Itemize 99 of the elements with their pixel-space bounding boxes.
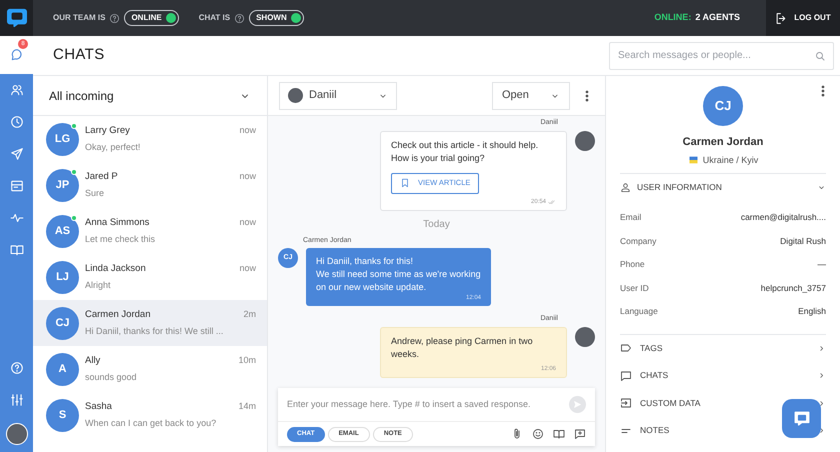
field-value: English bbox=[798, 305, 826, 318]
saved-reply-icon[interactable] bbox=[574, 428, 586, 440]
timestamp: 10m bbox=[238, 354, 256, 367]
page-title: CHATS bbox=[53, 45, 105, 66]
avatar: A bbox=[46, 352, 79, 386]
contact-name: Linda Jackson bbox=[85, 262, 146, 276]
timestamp: now bbox=[239, 170, 256, 183]
user-avatar-photo bbox=[6, 423, 28, 445]
timestamp: 14m bbox=[238, 400, 256, 413]
search-icon bbox=[814, 50, 826, 62]
sliders-icon bbox=[10, 393, 24, 407]
contact-name: Sasha bbox=[85, 400, 112, 414]
import-icon bbox=[620, 397, 632, 410]
clock-icon bbox=[10, 115, 24, 129]
section-header[interactable]: NOTES bbox=[620, 417, 826, 444]
avatar: CJ bbox=[703, 86, 743, 126]
logo-icon bbox=[6, 7, 28, 29]
field-value: helpcrunch_3757 bbox=[760, 282, 826, 295]
message-preview: Hi Daniil, thanks for this! We still ... bbox=[85, 324, 224, 338]
field-label: User ID bbox=[620, 282, 649, 295]
avatar: LG bbox=[46, 122, 79, 156]
message-text: Andrew, please ping Carmen in two weeks. bbox=[391, 334, 534, 360]
section-header[interactable]: USER INFORMATION bbox=[620, 173, 826, 201]
chat-bubble-icon bbox=[10, 48, 24, 62]
message-text: Check out this article - it should help. How is your trial going? bbox=[391, 138, 540, 164]
field-label: Language bbox=[620, 305, 658, 318]
status-label: CHAT IS bbox=[198, 12, 230, 24]
message-preview: Alright bbox=[85, 278, 112, 292]
field-label: Company bbox=[620, 234, 656, 248]
chat-bubble-icon bbox=[792, 408, 812, 428]
contact-name: Jared P bbox=[85, 170, 118, 184]
chat-list-item[interactable]: CJ Carmen Jordan 2m Hi Daniil, thanks for this! We still ... bbox=[33, 300, 267, 346]
date-divider: Today bbox=[423, 218, 450, 232]
message-preview: Sure bbox=[85, 186, 106, 200]
logout-button[interactable]: LOG OUT bbox=[766, 0, 840, 36]
flag-icon bbox=[688, 156, 699, 164]
message-preview: When can I can get back to you? bbox=[85, 416, 218, 430]
avatar: AS bbox=[46, 214, 79, 248]
bookmark-icon bbox=[400, 178, 410, 188]
help-icon bbox=[109, 12, 120, 24]
message-preview: sounds good bbox=[85, 370, 138, 384]
contact-name: Carmen Jordan bbox=[682, 135, 764, 150]
help-icon bbox=[10, 361, 24, 375]
inbox-icon bbox=[10, 179, 24, 193]
avatar-photo bbox=[575, 130, 595, 150]
message-preview: Let me check this bbox=[85, 232, 156, 246]
contact-name: Larry Grey bbox=[85, 124, 130, 138]
book-icon bbox=[10, 243, 24, 257]
avatar: CJ bbox=[46, 306, 79, 340]
chat-list-item[interactable]: AS Anna Simmons now Let me check this bbox=[33, 208, 267, 254]
paper-plane-icon bbox=[10, 147, 24, 161]
person-icon bbox=[620, 182, 631, 193]
search-field[interactable]: Search messages or people... bbox=[609, 42, 834, 70]
help-icon bbox=[234, 12, 246, 24]
filter-dropdown[interactable]: All incoming bbox=[33, 76, 267, 116]
timestamp: now bbox=[239, 262, 256, 275]
section-header[interactable]: TAGS bbox=[620, 334, 826, 362]
status-label: OUR TEAM IS bbox=[53, 12, 106, 24]
field-label: Phone bbox=[620, 258, 645, 272]
section-header[interactable]: CUSTOM DATA bbox=[620, 390, 826, 417]
status-dropdown[interactable]: Open bbox=[492, 82, 570, 110]
message-preview: Okay, perfect! bbox=[85, 140, 142, 154]
field-label: Email bbox=[620, 211, 642, 224]
section-header[interactable]: CHATS bbox=[620, 362, 826, 390]
timestamp: 2m bbox=[243, 308, 256, 321]
avatar-photo bbox=[288, 88, 303, 103]
agent-count: 2 AGENTS bbox=[695, 11, 740, 24]
field-value: carmen@digitalrush.... bbox=[740, 211, 826, 224]
chat-widget-button[interactable] bbox=[782, 399, 821, 438]
avatar: S bbox=[46, 398, 79, 432]
send-icon bbox=[573, 400, 582, 409]
chat-list-item[interactable]: A Ally 10m sounds good bbox=[33, 346, 267, 392]
avatar: JP bbox=[46, 168, 79, 202]
timestamp: now bbox=[239, 124, 256, 137]
message-text: Hi Daniil, thanks for this! We still need some time as we're working on our new website update. bbox=[316, 255, 481, 294]
contact-name: Carmen Jordan bbox=[85, 308, 150, 322]
chat-list-item[interactable]: LG Larry Grey now Okay, perfect! bbox=[33, 116, 267, 162]
location: Ukraine / Kyiv bbox=[702, 154, 758, 167]
status-toggle[interactable]: ONLINE bbox=[124, 10, 179, 26]
people-icon bbox=[10, 83, 24, 97]
contact-name: Anna Simmons bbox=[85, 216, 150, 230]
timestamp: now bbox=[239, 216, 256, 229]
smiley-icon[interactable] bbox=[532, 428, 544, 440]
tag-icon bbox=[620, 342, 632, 354]
chat-bubble-icon bbox=[620, 370, 632, 382]
avatar: LJ bbox=[46, 260, 79, 294]
assignee-dropdown[interactable]: Daniil bbox=[279, 82, 397, 110]
chat-list-item[interactable]: JP Jared P now Sure bbox=[33, 162, 267, 208]
chat-list-item[interactable]: S Sasha 14m When can I can get back to you? bbox=[33, 392, 267, 438]
avatar-photo bbox=[575, 326, 595, 346]
book-icon[interactable] bbox=[553, 428, 565, 440]
chat-list-item[interactable]: LJ Linda Jackson now Alright bbox=[33, 254, 267, 300]
status-toggle[interactable]: SHOWN bbox=[249, 10, 304, 26]
message-input[interactable]: Enter your message here. Type # to insert a saved response. bbox=[287, 398, 569, 412]
field-value: Digital Rush bbox=[780, 234, 826, 248]
field-value: — bbox=[818, 258, 826, 272]
pulse-icon bbox=[10, 211, 24, 225]
contact-name: Ally bbox=[85, 354, 100, 368]
online-label: ONLINE: bbox=[654, 11, 692, 24]
